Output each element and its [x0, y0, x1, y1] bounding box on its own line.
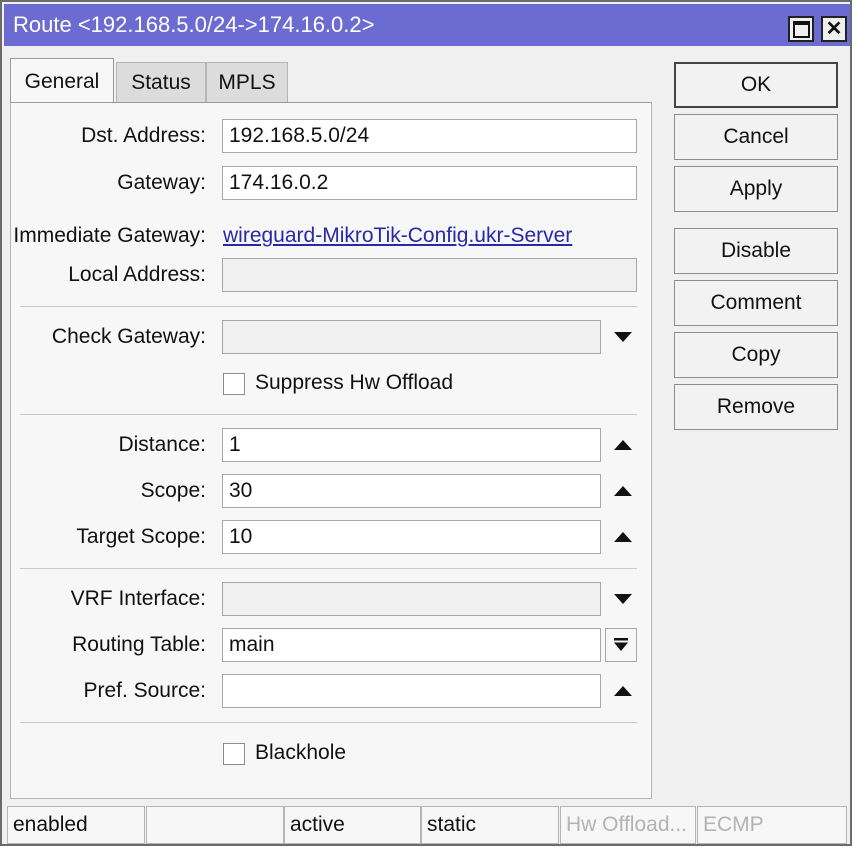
- distance-collapse-icon[interactable]: [612, 438, 634, 452]
- pref-source-collapse-icon[interactable]: [612, 684, 634, 698]
- scope-input[interactable]: 30: [222, 474, 601, 508]
- separator: [20, 722, 637, 723]
- routing-table-dropdown-button[interactable]: [605, 628, 637, 662]
- blackhole-label: Blackhole: [255, 741, 347, 764]
- immediate-gateway-label: Immediate Gateway:: [13, 224, 206, 247]
- tab-general[interactable]: General: [10, 58, 114, 104]
- gateway-input[interactable]: 174.16.0.2: [222, 166, 637, 200]
- immediate-gateway-link[interactable]: wireguard-MikroTik-Config.ukr-Server: [223, 224, 572, 248]
- comment-button[interactable]: Comment: [674, 280, 838, 326]
- separator: [20, 306, 637, 307]
- gateway-label: Gateway:: [117, 171, 206, 194]
- vrf-interface-dropdown-icon[interactable]: [612, 592, 634, 606]
- status-enabled: enabled: [7, 806, 145, 844]
- pref-source-label: Pref. Source:: [83, 679, 206, 702]
- blackhole-checkbox[interactable]: [223, 743, 245, 765]
- check-gateway-dropdown-icon[interactable]: [612, 330, 634, 344]
- distance-input[interactable]: 1: [222, 428, 601, 462]
- scope-label: Scope:: [140, 479, 206, 502]
- separator: [20, 414, 637, 415]
- status-static: static: [421, 806, 559, 844]
- tab-status[interactable]: Status: [116, 62, 206, 102]
- check-gateway-label: Check Gateway:: [51, 325, 206, 348]
- local-address-label: Local Address:: [68, 263, 206, 286]
- cancel-button[interactable]: Cancel: [674, 114, 838, 160]
- target-scope-label: Target Scope:: [76, 525, 206, 548]
- dst-address-input[interactable]: 192.168.5.0/24: [222, 119, 637, 153]
- close-icon: ✕: [825, 18, 843, 40]
- window-title: Route <192.168.5.0/24->174.16.0.2>: [13, 12, 375, 37]
- tab-mpls[interactable]: MPLS: [206, 62, 288, 102]
- apply-button[interactable]: Apply: [674, 166, 838, 212]
- target-scope-input[interactable]: 10: [222, 520, 601, 554]
- separator: [20, 568, 637, 569]
- target-scope-collapse-icon[interactable]: [612, 530, 634, 544]
- distance-label: Distance:: [118, 433, 206, 456]
- title-bar[interactable]: Route <192.168.5.0/24->174.16.0.2> ✕: [4, 4, 850, 46]
- remove-button[interactable]: Remove: [674, 384, 838, 430]
- pref-source-input[interactable]: [222, 674, 601, 708]
- maximize-icon: [792, 20, 810, 38]
- status-ecmp: ECMP: [697, 806, 847, 844]
- vrf-interface-label: VRF Interface:: [70, 587, 206, 610]
- routing-table-select[interactable]: main: [222, 628, 601, 662]
- route-window: Route <192.168.5.0/24->174.16.0.2> ✕ Gen…: [0, 0, 852, 846]
- ok-button[interactable]: OK: [674, 62, 838, 108]
- status-empty: [146, 806, 284, 844]
- close-button[interactable]: ✕: [821, 16, 847, 42]
- status-hw-offload: Hw Offload...: [560, 806, 696, 844]
- copy-button[interactable]: Copy: [674, 332, 838, 378]
- dropdown-arrow-icon: [614, 638, 628, 651]
- scope-collapse-icon[interactable]: [612, 484, 634, 498]
- vrf-interface-select[interactable]: [222, 582, 601, 616]
- disable-button[interactable]: Disable: [674, 228, 838, 274]
- status-bar: enabled active static Hw Offload... ECMP: [4, 802, 850, 846]
- local-address-field: [222, 258, 637, 292]
- check-gateway-select[interactable]: [222, 320, 601, 354]
- suppress-hw-offload-checkbox[interactable]: [223, 373, 245, 395]
- maximize-button[interactable]: [788, 16, 814, 42]
- dst-address-label: Dst. Address:: [81, 124, 206, 147]
- routing-table-label: Routing Table:: [72, 633, 206, 656]
- status-active: active: [284, 806, 421, 844]
- suppress-hw-offload-label: Suppress Hw Offload: [255, 371, 454, 394]
